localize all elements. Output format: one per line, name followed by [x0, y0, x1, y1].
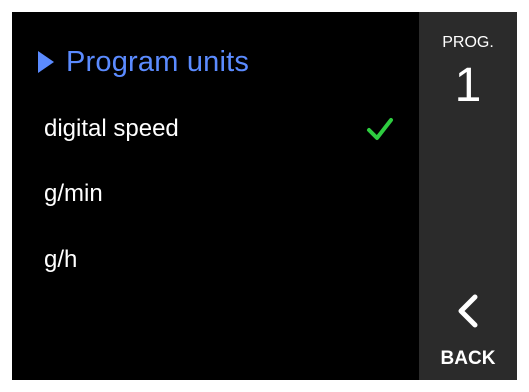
option-label: g/min — [44, 180, 103, 207]
option-label: digital speed — [44, 115, 179, 142]
option-digital-speed[interactable]: digital speed — [44, 109, 404, 149]
prog-label: PROG. — [442, 34, 494, 51]
menu-title: Program units — [66, 45, 250, 78]
prog-number: 1 — [454, 59, 482, 112]
check-icon — [367, 118, 393, 140]
triangle-right-icon — [38, 51, 54, 73]
option-g-min[interactable]: g/min — [44, 174, 404, 214]
back-label: BACK — [440, 348, 496, 369]
back-button[interactable]: BACK — [419, 282, 517, 380]
main-panel: Program units digital speed g/min g/h — [12, 12, 419, 380]
option-label: g/h — [44, 246, 78, 273]
option-g-h[interactable]: g/h — [44, 240, 404, 280]
side-panel: PROG. 1 BACK — [419, 12, 517, 380]
chevron-left-icon — [458, 294, 478, 328]
device-screen: Program units digital speed g/min g/h PR… — [12, 12, 517, 380]
menu-title-row: Program units — [38, 42, 249, 82]
